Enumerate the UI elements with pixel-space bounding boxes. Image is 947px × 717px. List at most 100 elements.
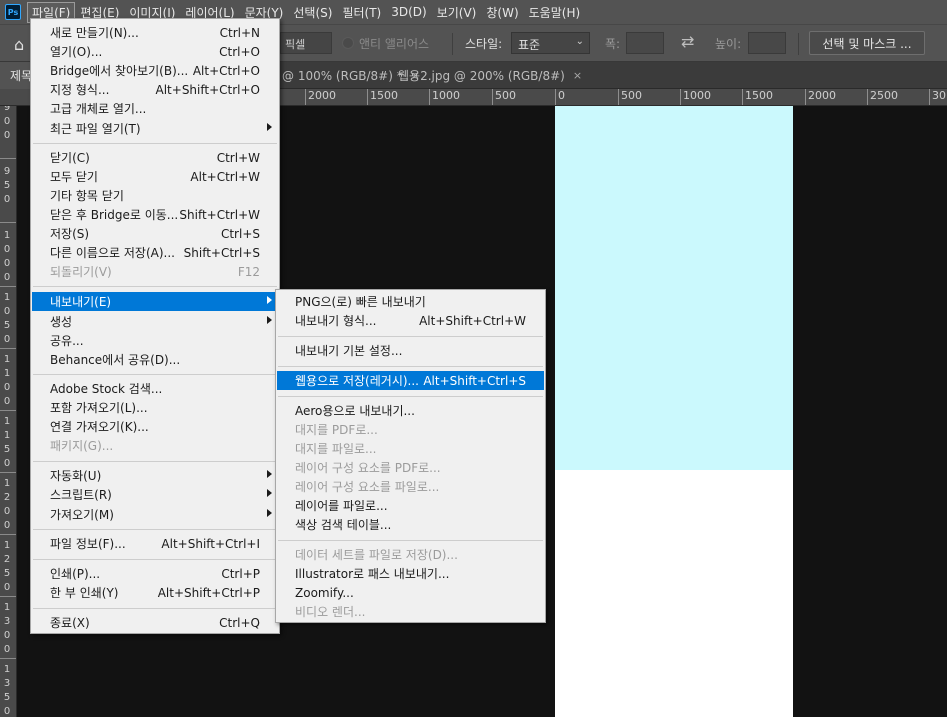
menu-item-label: 레이어 구성 요소를 PDF로... [295, 461, 441, 475]
file-menu-item[interactable]: 닫기(C) Ctrl+W [32, 148, 278, 167]
ruler-label: 30 [929, 89, 946, 105]
close-icon[interactable]: × [573, 69, 582, 82]
export-menu-item: 대지를 파일로... [277, 439, 544, 458]
export-menu-item: 비디오 렌더... [277, 602, 544, 621]
menu-select[interactable]: 선택(S) [288, 2, 337, 23]
file-menu-item[interactable]: 포함 가져오기(L)... [32, 398, 278, 417]
document-tab[interactable]: 웹용2.jpg @ 200% (RGB/8#) × [398, 62, 582, 89]
menu-3d[interactable]: 3D(D) [386, 3, 431, 21]
menu-item-label: 내보내기(E) [50, 295, 112, 309]
menu-item-label: 생성 [50, 315, 73, 329]
export-menu-item[interactable]: 웹용으로 저장(레거시)... Alt+Shift+Ctrl+S [277, 371, 544, 390]
file-menu-item[interactable]: 한 부 인쇄(Y) Alt+Shift+Ctrl+P [32, 583, 278, 602]
swap-icon[interactable]: ⇄ [681, 32, 694, 51]
export-menu-item[interactable]: Illustrator로 패스 내보내기... [277, 564, 544, 583]
ruler-label: 0 [3, 116, 11, 127]
ruler-label: 1 [3, 416, 11, 427]
file-menu-item[interactable]: 닫은 후 Bridge로 이동... Shift+Ctrl+W [32, 205, 278, 224]
select-and-mask-button[interactable]: 선택 및 마스크 ... [809, 31, 925, 55]
menu-item-label: 연결 가져오기(K)... [50, 420, 149, 434]
menu-item-shortcut: Alt+Ctrl+W [190, 169, 260, 184]
menu-window[interactable]: 창(W) [481, 2, 523, 23]
export-menu-item[interactable]: 색상 검색 테이블... [277, 515, 544, 534]
file-menu-item[interactable]: 새로 만들기(N)... Ctrl+N [32, 23, 278, 42]
ruler-label: 0 [3, 258, 11, 269]
export-menu-item[interactable]: PNG으(로) 빠른 내보내기 [277, 292, 544, 311]
menu-item-label: 다른 이름으로 저장(A)... [50, 246, 175, 260]
menu-item-label: 자동화(U) [50, 469, 102, 483]
style-select[interactable]: 표준 ⌄ [511, 32, 590, 54]
antialias-checkbox[interactable] [342, 37, 354, 49]
file-menu-item[interactable]: 파일 정보(F)... Alt+Shift+Ctrl+I [32, 534, 278, 553]
menu-item-label: 닫기(C) [50, 151, 90, 165]
ruler-label: 0 [3, 706, 11, 717]
ruler-label: 5 [3, 444, 11, 455]
submenu-arrow-icon [267, 489, 272, 497]
file-menu-item[interactable]: 공유... [32, 331, 278, 350]
menu-filter[interactable]: 필터(T) [337, 2, 386, 23]
menu-item-label: 종료(X) [50, 616, 90, 630]
ruler-label: 1 [3, 354, 11, 365]
export-menu-item[interactable]: 내보내기 기본 설정... [277, 341, 544, 360]
file-menu-item[interactable]: 내보내기(E) [32, 292, 278, 311]
ruler-label: 2000 [805, 89, 836, 105]
file-menu-item[interactable]: 최근 파일 열기(T) [32, 119, 278, 138]
file-menu-item[interactable]: Bridge에서 찾아보기(B)... Alt+Ctrl+O [32, 61, 278, 80]
ruler-label: 500 [492, 89, 516, 105]
ruler-label: 2500 [867, 89, 898, 105]
divider [452, 33, 453, 55]
menu-separator [33, 143, 277, 144]
menu-item-label: 대지를 PDF로... [295, 423, 378, 437]
style-value: 표준 [518, 38, 541, 52]
export-menu-item[interactable]: Zoomify... [277, 583, 544, 602]
ruler-label: 1 [3, 664, 11, 675]
divider [798, 33, 799, 55]
feather-input[interactable]: 픽셀 [280, 32, 332, 54]
file-menu-item[interactable]: 기타 항목 닫기 [32, 186, 278, 205]
file-menu-item[interactable]: 스크립트(R) [32, 485, 278, 504]
export-menu-item[interactable]: 내보내기 형식... Alt+Shift+Ctrl+W [277, 311, 544, 330]
document-tab[interactable]: 제목 [0, 62, 32, 89]
file-menu-item[interactable]: Behance에서 공유(D)... [32, 350, 278, 369]
menu-item-shortcut: Ctrl+P [221, 566, 260, 581]
document-canvas-white-region[interactable] [555, 470, 793, 717]
menu-item-label: 대지를 파일로... [295, 442, 377, 456]
menu-item-label: 가져오기(M) [50, 508, 114, 522]
ruler-label: 3 [3, 678, 11, 689]
menu-item-shortcut: Alt+Ctrl+O [192, 63, 260, 78]
export-menu-item[interactable]: 레이어를 파일로... [277, 496, 544, 515]
file-menu-item[interactable]: 열기(O)... Ctrl+O [32, 42, 278, 61]
menu-view[interactable]: 보기(V) [432, 2, 482, 23]
file-menu-item[interactable]: 생성 [32, 312, 278, 331]
file-menu-item[interactable]: Adobe Stock 검색... [32, 379, 278, 398]
export-menu-item: 데이터 세트를 파일로 저장(D)... [277, 545, 544, 564]
file-menu-item[interactable]: 종료(X) Ctrl+Q [32, 613, 278, 632]
width-input[interactable] [626, 32, 664, 54]
menu-item-shortcut: Shift+Ctrl+S [183, 245, 260, 260]
file-menu-item[interactable]: 연결 가져오기(K)... [32, 417, 278, 436]
ruler-label: 500 [618, 89, 642, 105]
ruler-label: 5 [3, 692, 11, 703]
file-menu-item[interactable]: 자동화(U) [32, 466, 278, 485]
height-input[interactable] [748, 32, 786, 54]
ruler-label: 5 [3, 320, 11, 331]
menu-item-label: 고급 개체로 열기... [50, 102, 147, 116]
file-menu-item[interactable]: 지정 형식... Alt+Shift+Ctrl+O [32, 80, 278, 99]
export-menu-item[interactable]: Aero용으로 내보내기... [277, 401, 544, 420]
menu-item-label: Behance에서 공유(D)... [50, 353, 181, 367]
document-canvas-cyan-region[interactable] [555, 106, 793, 470]
file-menu-item[interactable]: 가져오기(M) [32, 505, 278, 524]
file-menu-item[interactable]: 다른 이름으로 저장(A)... Shift+Ctrl+S [32, 243, 278, 262]
ruler-label: 0 [3, 244, 11, 255]
file-menu-item[interactable]: 고급 개체로 열기... [32, 99, 278, 118]
width-label: 폭: [605, 37, 621, 51]
menu-help[interactable]: 도움말(H) [524, 2, 586, 23]
file-menu-item[interactable]: 인쇄(P)... Ctrl+P [32, 564, 278, 583]
ruler-label: 0 [3, 582, 11, 593]
menu-item-label: 인쇄(P)... [50, 567, 101, 581]
submenu-arrow-icon [267, 470, 272, 478]
file-menu-item[interactable]: 저장(S) Ctrl+S [32, 224, 278, 243]
export-submenu: PNG으(로) 빠른 내보내기 내보내기 형식... Alt+Shift+Ctrl+… [275, 289, 546, 623]
file-menu-item[interactable]: 모두 닫기 Alt+Ctrl+W [32, 167, 278, 186]
submenu-arrow-icon [267, 509, 272, 517]
